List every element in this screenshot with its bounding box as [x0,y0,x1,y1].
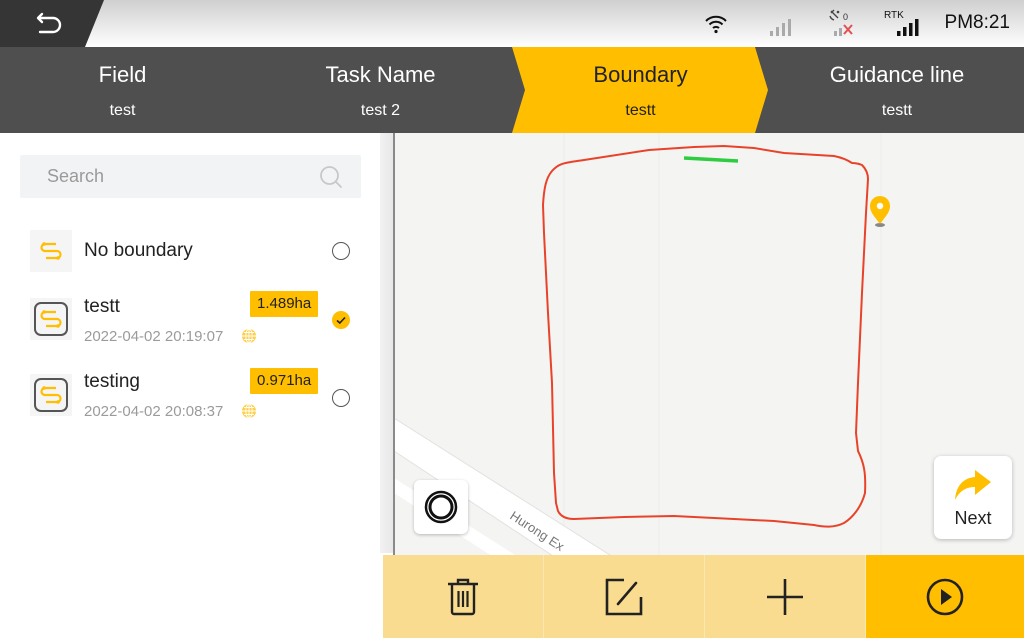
step-value: test 2 [360,102,401,119]
area-badge: 1.489ha [250,291,319,317]
boundary-date: 2022-04-02 20:19:07 [84,328,224,345]
route-icon [30,298,72,340]
delete-button[interactable] [383,555,544,638]
boundary-name: testt [84,296,120,317]
select-radio[interactable] [332,242,350,260]
start-button[interactable] [866,555,1024,638]
record-icon [424,490,458,524]
bottom-toolbar [383,555,1024,638]
clock: PM8:21 [944,12,1010,33]
search-input[interactable] [47,166,307,187]
boundary-name: testing [84,371,140,392]
edit-button[interactable] [544,555,705,638]
next-button[interactable]: Next [934,456,1012,539]
area-badge: 0.971ha [250,368,319,394]
satellite-signal-icon [834,24,853,36]
globe-icon [242,403,256,419]
satellite-count: 0 [843,12,849,22]
boundary-item-none[interactable]: No boundary [0,228,380,274]
back-button[interactable] [0,0,104,47]
map-canvas: Hurong Ex [394,133,890,555]
trash-icon [448,578,478,615]
step-title: Field [98,62,147,87]
play-icon [926,578,964,615]
step-field[interactable]: Field test [0,47,245,133]
globe-icon [242,328,256,344]
cell-signal-icon [770,19,791,36]
plus-icon [767,578,803,615]
location-marker-icon[interactable] [870,196,890,227]
next-label: Next [954,508,992,528]
satellite-icon [829,9,840,21]
wifi-icon [705,15,727,34]
step-bar: Field test Task Name test 2 Boundary tes… [0,47,1024,133]
back-arrow-icon [36,12,62,34]
boundary-path [541,144,870,528]
boundary-item[interactable]: testing 0.971ha 2022-04-02 20:08:37 [0,368,380,428]
current-segment [683,156,739,163]
pane-edge [380,133,394,553]
rtk-signal-icon [897,19,919,36]
boundary-date: 2022-04-02 20:08:37 [84,403,224,420]
step-guidance-line[interactable]: Guidance line testt [770,47,1024,133]
forward-arrow-icon [955,470,991,500]
locate-button[interactable] [414,480,468,534]
app-root: 0 RTK PM8:21 Field test Task Name test 2… [0,0,1024,638]
map-view[interactable]: Hurong Ex [394,133,1024,555]
route-icon [30,230,72,272]
step-task-name[interactable]: Task Name test 2 [258,47,503,133]
edit-icon [605,578,643,615]
step-title: Boundary [593,62,688,87]
check-icon [336,316,346,325]
boundary-name: No boundary [84,240,193,261]
boundary-list-pane: No boundary testt 1.489ha 2022-04-02 20:… [0,133,383,638]
step-title: Guidance line [829,62,965,87]
search-icon[interactable] [319,165,343,189]
search-box[interactable] [20,155,361,198]
add-button[interactable] [705,555,866,638]
step-boundary[interactable]: Boundary testt [512,47,768,133]
step-value: test [109,102,136,119]
step-value: testt [881,102,913,119]
status-bar: 0 RTK PM8:21 [0,0,1024,47]
route-icon [30,374,72,416]
select-radio[interactable] [332,389,350,407]
step-title: Task Name [325,62,436,87]
pane-divider [393,133,395,555]
step-value: testt [625,102,656,119]
select-radio-checked[interactable] [332,311,350,329]
boundary-item[interactable]: testt 1.489ha 2022-04-02 20:19:07 [0,291,380,351]
